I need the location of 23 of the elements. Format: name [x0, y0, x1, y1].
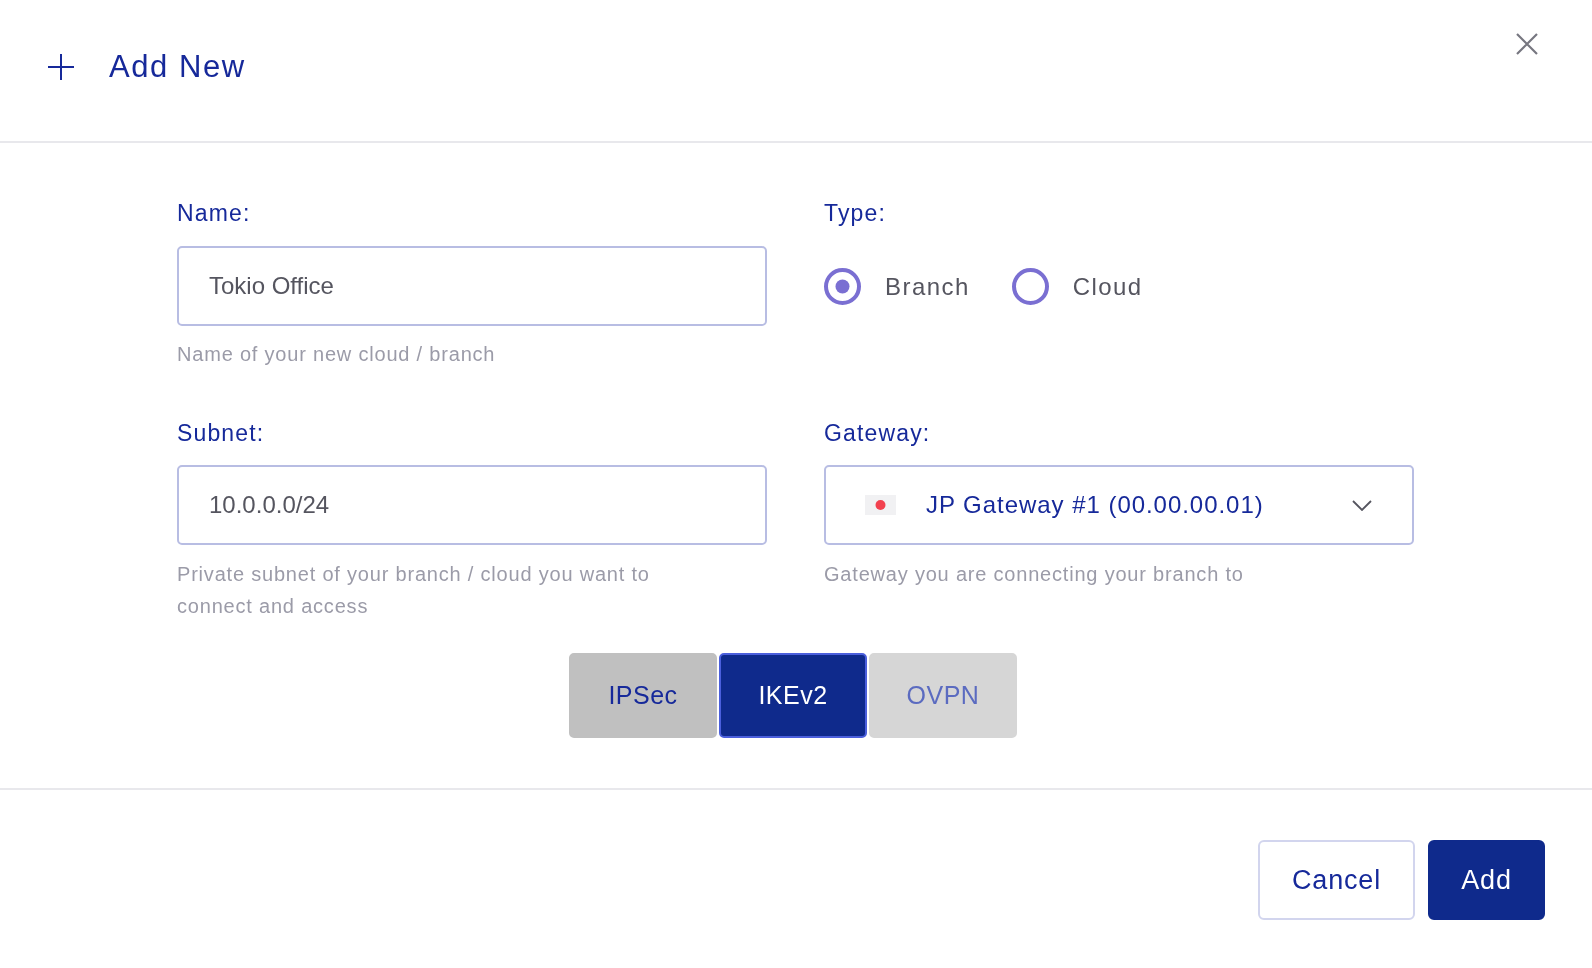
helper-text: Name of your new cloud / branch — [177, 342, 497, 367]
plus-icon — [48, 54, 74, 80]
chevron-down-icon — [1352, 499, 1372, 511]
field-label: Subnet: — [177, 419, 265, 448]
flag-icon — [865, 495, 896, 515]
protocol-toggle[interactable]: IPSec — [569, 653, 717, 738]
helper-text: Gateway you are connecting your branch to — [824, 562, 1245, 587]
dialog-title: Add New — [109, 50, 246, 84]
close-icon[interactable] — [1516, 33, 1538, 55]
field-label: Name: — [177, 199, 251, 228]
field-label: Gateway: — [824, 419, 931, 448]
radio-button[interactable] — [1011, 268, 1049, 305]
add-button[interactable]: Add — [1428, 840, 1545, 920]
helper-text: Private subnet of your branch / cloud you want to connect and access — [177, 562, 651, 619]
protocol-toggle[interactable]: IKEv2 — [719, 653, 867, 738]
radio-button[interactable] — [824, 268, 861, 305]
radio-label: Cloud — [1072, 271, 1143, 302]
field-label: Type: — [824, 199, 886, 228]
cancel-button[interactable]: Cancel — [1258, 840, 1415, 920]
subnet-input[interactable]: 10.0.0.0/24 — [177, 465, 767, 545]
name-input[interactable]: Tokio Office — [177, 246, 767, 326]
gateway-select[interactable]: JP Gateway #1 (00.00.00.01) — [824, 465, 1414, 545]
radio-label: Branch — [885, 271, 970, 302]
